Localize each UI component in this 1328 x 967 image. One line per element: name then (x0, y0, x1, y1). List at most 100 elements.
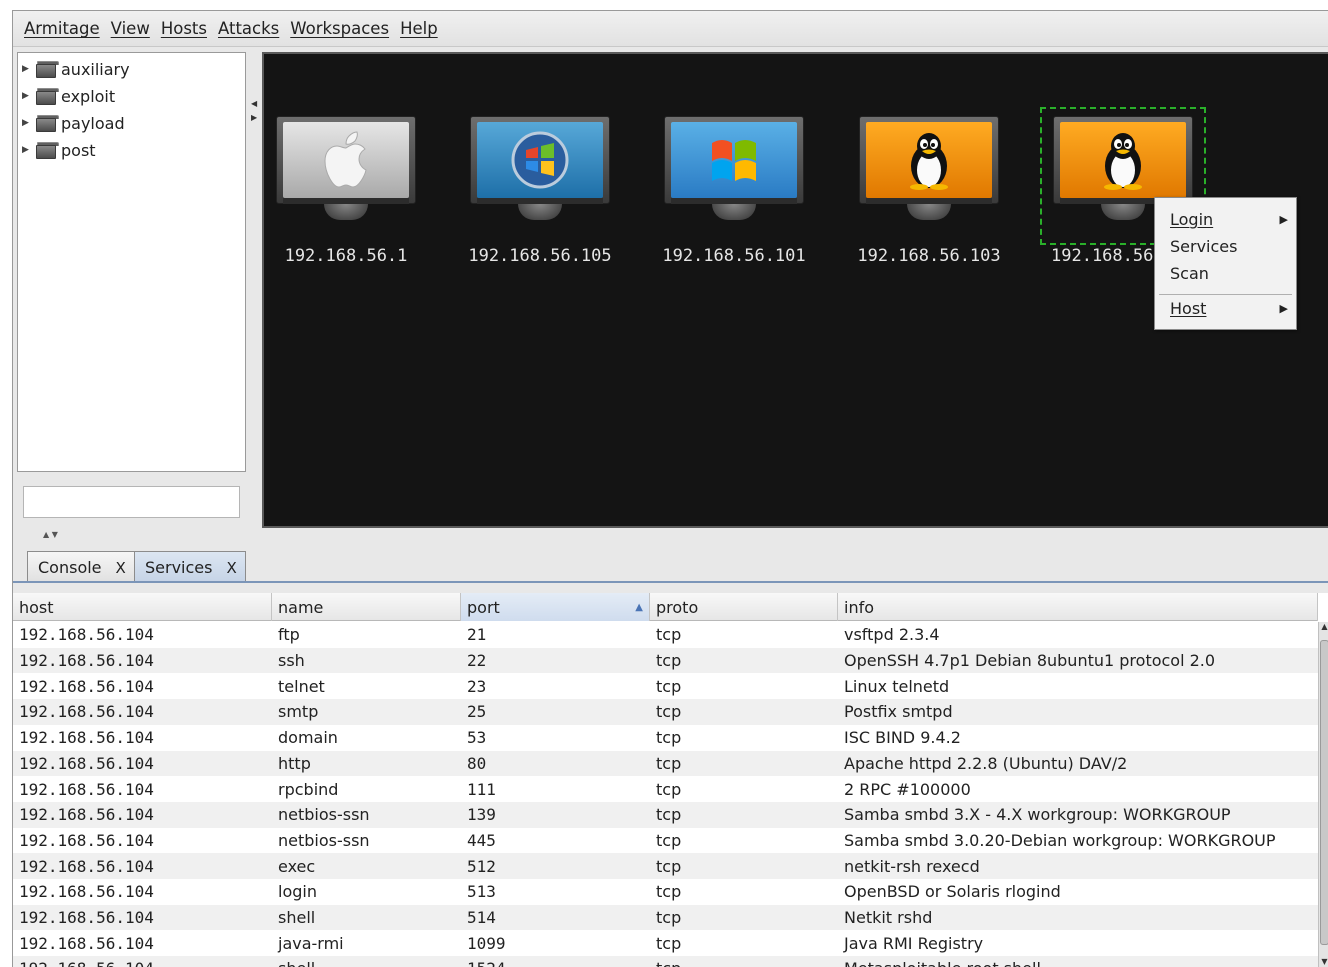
info-cell: ISC BIND 9.4.2 (844, 728, 961, 748)
service-name-cell: netbios-ssn (278, 805, 370, 825)
expand-arrow-icon[interactable]: ▶ (22, 118, 32, 128)
tree-item-auxiliary[interactable]: ▶ auxiliary (22, 56, 130, 82)
port-cell: 23 (467, 676, 487, 696)
column-header-port[interactable]: port ▲ (461, 593, 650, 621)
close-icon[interactable]: X (226, 559, 236, 577)
table-row[interactable]: 192.168.56.104 smtp 25 tcp Postfix smtpd (13, 699, 1318, 725)
tree-item-exploit[interactable]: ▶ exploit (22, 83, 115, 109)
scrollbar-thumb[interactable] (1320, 640, 1328, 945)
info-cell: OpenBSD or Solaris rlogind (844, 882, 1061, 902)
menu-help[interactable]: Help (400, 19, 438, 38)
proto-cell: tcp (656, 728, 682, 748)
table-row[interactable]: 192.168.56.104 exec 512 tcp netkit-rsh rexec… (13, 853, 1318, 879)
table-row[interactable]: 192.168.56.104 rpcbind 111 tcp 2 RPC #100000 (13, 776, 1318, 802)
info-cell: Linux telnetd (844, 676, 950, 696)
info-cell: 2 RPC #100000 (844, 779, 971, 799)
port-cell: 53 (467, 728, 487, 748)
service-name-cell: domain (278, 728, 338, 748)
module-tree: ▶ auxiliary ▶ exploit ▶ payload ▶ post (17, 52, 246, 472)
scroll-up-icon[interactable]: ▲ (1319, 622, 1328, 638)
column-header-host[interactable]: host (13, 593, 272, 621)
context-menu-scan[interactable]: Scan (1170, 261, 1288, 285)
host-cell: 192.168.56.104 (19, 702, 154, 722)
service-name-cell: ftp (278, 625, 300, 645)
menu-view[interactable]: View (111, 19, 150, 38)
host-ip-label: 192.168.56.1 (284, 246, 408, 266)
host-cell: 192.168.56.104 (13, 956, 272, 967)
services-table: host name port ▲ proto info 192.168.56.1… (13, 593, 1328, 967)
menu-hosts[interactable]: Hosts (161, 19, 207, 38)
info-cell: Apache httpd 2.2.8 (Ubuntu) DAV/2 (844, 753, 1128, 773)
proto-cell: tcp (656, 779, 682, 799)
port-cell: 513 (467, 882, 496, 902)
host-cell: 192.168.56.104 (19, 676, 154, 696)
host-cell: 192.168.56.104 (19, 728, 154, 748)
port-cell: 1524 (461, 956, 650, 967)
proto-cell: tcp (650, 956, 838, 967)
folder-icon (36, 87, 59, 105)
menu-bar: Armitage View Hosts Attacks Workspaces H… (13, 11, 1328, 47)
tree-item-label: auxiliary (61, 59, 130, 79)
port-cell: 21 (467, 625, 487, 645)
table-row[interactable]: 192.168.56.104shell1524tcpMetasploitable… (13, 956, 1318, 967)
service-name-cell: shell (278, 908, 316, 928)
table-row[interactable]: 192.168.56.104 java-rmi 1099 tcp Java RMI Re… (13, 930, 1318, 956)
info-cell: Samba smbd 3.0.20-Debian workgroup: WORK… (844, 830, 1276, 850)
table-row[interactable]: 192.168.56.104 netbios-ssn 445 tcp Samba smb… (13, 828, 1318, 854)
host-cell: 192.168.56.104 (19, 805, 154, 825)
expand-arrow-icon[interactable]: ▶ (22, 64, 32, 74)
table-row[interactable]: 192.168.56.104 ftp 21 tcp vsftpd 2.3.4 (13, 622, 1318, 648)
tab-console[interactable]: Console X (27, 551, 135, 583)
table-row[interactable]: 192.168.56.104 ssh 22 tcp OpenSSH 4.7p1 Debi… (13, 647, 1318, 674)
menu-workspaces[interactable]: Workspaces (290, 19, 389, 38)
context-menu-services[interactable]: Services (1170, 234, 1288, 258)
menu-armitage[interactable]: Armitage (24, 19, 100, 38)
expand-arrow-icon[interactable]: ▶ (22, 91, 32, 101)
module-search-input[interactable] (23, 486, 240, 518)
tab-label: Console (38, 558, 102, 577)
host-cell: 192.168.56.104 (19, 753, 154, 773)
port-cell: 1099 (467, 933, 506, 953)
column-header-label: port (467, 597, 500, 617)
monitor-icon (276, 116, 416, 220)
host-context-menu: Login ▶ Services Scan Host ▶ (1154, 197, 1297, 330)
windows-7-icon (477, 122, 603, 198)
armitage-window: Armitage View Hosts Attacks Workspaces H… (12, 10, 1328, 967)
split-arrows-icon[interactable]: ▲ ▼ (43, 530, 58, 539)
column-header-proto[interactable]: proto (650, 593, 838, 621)
table-row[interactable]: 192.168.56.104 domain 53 tcp ISC BIND 9.4.2 (13, 725, 1318, 751)
table-row[interactable]: 192.168.56.104 netbios-ssn 139 tcp Samba smb… (13, 801, 1318, 828)
service-name-cell: exec (278, 856, 316, 876)
tree-item-label: post (61, 140, 96, 160)
vertical-split-arrows-icon[interactable]: ◀ ▶ (251, 97, 257, 125)
vertical-scrollbar[interactable]: ▲ ▼ (1318, 622, 1328, 967)
tab-services[interactable]: Services X (134, 551, 246, 583)
tree-item-label: exploit (61, 86, 116, 106)
expand-arrow-icon[interactable]: ▶ (22, 145, 32, 155)
proto-cell: tcp (656, 702, 682, 722)
host-ip-label: 192.168.56.103 (857, 246, 1001, 266)
table-row[interactable]: 192.168.56.104 http 80 tcp Apache httpd 2.2.… (13, 750, 1318, 777)
table-row[interactable]: 192.168.56.104 telnet 23 tcp Linux telnetd (13, 673, 1318, 699)
context-menu-login[interactable]: Login ▶ (1170, 207, 1288, 231)
tree-item-payload[interactable]: ▶ payload (22, 110, 125, 136)
proto-cell: tcp (656, 625, 682, 645)
service-name-cell: ssh (278, 651, 305, 671)
monitor-icon (470, 116, 610, 220)
table-row[interactable]: 192.168.56.104 shell 514 tcp Netkit rshd (13, 904, 1318, 931)
column-header-info[interactable]: info (838, 593, 1318, 621)
menu-attacks[interactable]: Attacks (218, 19, 279, 38)
port-cell: 514 (467, 908, 496, 928)
host-cell: 192.168.56.104 (19, 856, 154, 876)
table-row[interactable]: 192.168.56.104 login 513 tcp OpenBSD or Sola… (13, 879, 1318, 905)
context-menu-label: Scan (1170, 263, 1209, 283)
monitor-icon (859, 116, 999, 220)
proto-cell: tcp (656, 933, 682, 953)
column-header-name[interactable]: name (272, 593, 461, 621)
close-icon[interactable]: X (116, 559, 126, 577)
tree-item-post[interactable]: ▶ post (22, 137, 96, 163)
host-cell: 192.168.56.104 (19, 651, 154, 671)
context-menu-host[interactable]: Host ▶ (1170, 296, 1288, 320)
scroll-down-icon[interactable]: ▼ (1319, 957, 1328, 967)
folder-icon (36, 60, 59, 78)
